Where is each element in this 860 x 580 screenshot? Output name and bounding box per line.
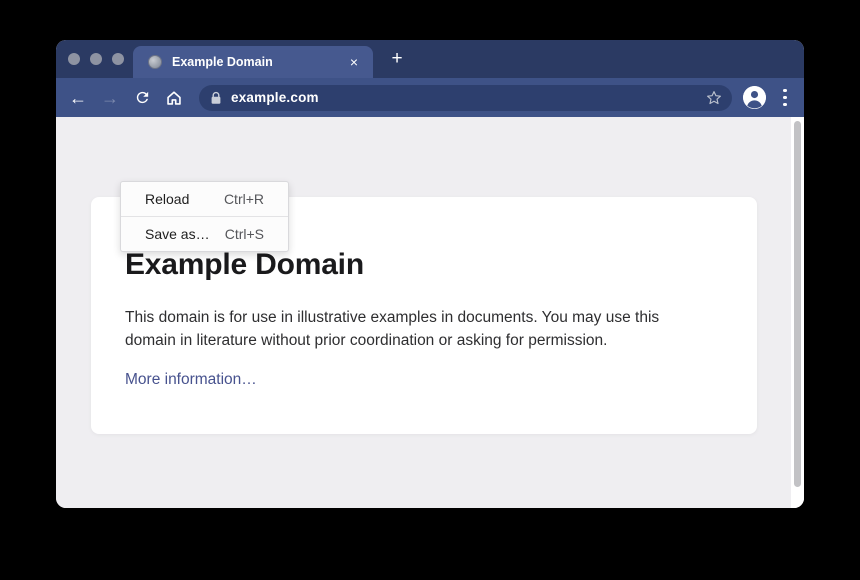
paragraph-line: domain in literature without prior coord… — [125, 330, 713, 353]
browser-window: Example Domain × + ← → example.com — [56, 40, 804, 508]
home-button[interactable] — [164, 87, 184, 109]
lock-icon[interactable] — [210, 91, 222, 105]
scrollbar-thumb[interactable] — [794, 121, 801, 487]
menu-item-label: Reload — [145, 191, 189, 207]
menu-item-shortcut: Ctrl+S — [225, 226, 264, 242]
menu-item-shortcut: Ctrl+R — [224, 191, 264, 207]
reload-button[interactable] — [132, 87, 152, 109]
browser-tab[interactable]: Example Domain × — [133, 46, 373, 78]
tab-title: Example Domain — [172, 55, 345, 69]
favicon-globe-icon — [148, 55, 162, 69]
bookmark-star-icon[interactable] — [705, 89, 723, 107]
context-menu-item-reload[interactable]: Reload Ctrl+R — [121, 182, 288, 216]
kebab-dot — [783, 103, 787, 107]
toolbar: ← → example.com — [56, 78, 804, 117]
page-paragraph: This domain is for use in illustrative e… — [125, 307, 713, 352]
home-icon — [165, 89, 183, 107]
context-menu-item-save-as[interactable]: Save as… Ctrl+S — [121, 216, 288, 251]
forward-button[interactable]: → — [100, 87, 120, 109]
window-close-button[interactable] — [68, 53, 80, 65]
new-tab-button[interactable]: + — [385, 47, 409, 71]
address-bar[interactable]: example.com — [199, 85, 732, 111]
kebab-dot — [783, 96, 787, 100]
more-information-link[interactable]: More information… — [125, 371, 257, 389]
menu-item-label: Save as… — [145, 226, 210, 242]
reload-icon — [134, 89, 151, 106]
page-title: Example Domain — [125, 247, 717, 282]
kebab-dot — [783, 89, 787, 93]
tab-close-icon[interactable]: × — [345, 53, 363, 71]
url-text: example.com — [231, 90, 705, 105]
window-controls — [68, 53, 124, 65]
window-minimize-button[interactable] — [90, 53, 102, 65]
paragraph-line: This domain is for use in illustrative e… — [125, 307, 713, 330]
browser-menu-button[interactable] — [779, 89, 791, 107]
context-menu: Reload Ctrl+R Save as… Ctrl+S — [120, 181, 289, 252]
back-button[interactable]: ← — [68, 87, 88, 109]
titlebar: Example Domain × + — [56, 40, 804, 78]
page-content: Example Domain This domain is for use in… — [56, 117, 804, 508]
profile-avatar-icon[interactable] — [743, 86, 766, 109]
window-zoom-button[interactable] — [112, 53, 124, 65]
